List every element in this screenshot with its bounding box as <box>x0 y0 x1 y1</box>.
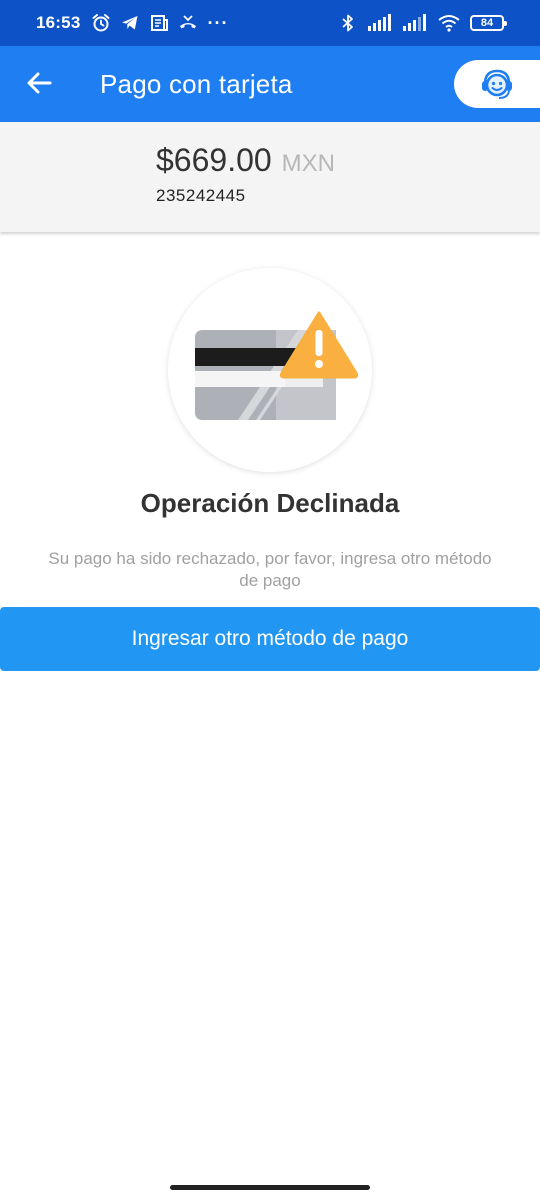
payment-reference: 235242445 <box>156 186 246 205</box>
status-bar-right: 84 <box>338 13 507 33</box>
declined-card-warning-icon <box>195 311 359 420</box>
support-agent-icon <box>482 69 512 99</box>
wifi-icon <box>437 13 461 33</box>
app-bar: Pago con tarjeta <box>0 46 540 122</box>
news-icon <box>149 13 169 33</box>
signal-icon <box>402 13 428 33</box>
home-indicator[interactable] <box>170 1185 370 1190</box>
alarm-icon <box>91 13 111 33</box>
signal-icon <box>367 13 393 33</box>
status-bar-left: 16:53 ··· <box>36 13 228 33</box>
payment-currency: MXN <box>281 150 336 177</box>
declined-illustration <box>168 268 372 472</box>
missed-call-icon <box>178 13 198 33</box>
telegram-icon <box>120 13 140 33</box>
status-time: 16:53 <box>36 13 81 32</box>
arrow-left-icon <box>27 72 52 94</box>
battery-icon: 84 <box>470 15 507 31</box>
page-title: Pago con tarjeta <box>100 69 293 99</box>
retry-payment-button[interactable]: Ingresar otro método de pago <box>0 607 540 671</box>
status-bar: 16:53 ··· 84 <box>0 0 540 46</box>
result-message: Su pago ha sido rechazado, por favor, in… <box>48 549 492 590</box>
payment-amount: $669.00 <box>156 142 272 178</box>
payment-summary: $669.00 MXN 235242445 <box>0 122 540 232</box>
support-button[interactable] <box>454 60 540 108</box>
bluetooth-icon <box>338 13 358 33</box>
more-notifications-icon: ··· <box>207 13 229 33</box>
result-title: Operación Declinada <box>140 488 400 518</box>
amount-line: $669.00 MXN <box>156 142 335 179</box>
back-button[interactable] <box>22 66 56 100</box>
